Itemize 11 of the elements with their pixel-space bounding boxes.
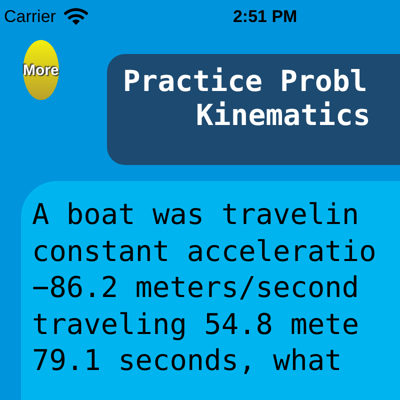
question-text: 79.1 seconds, what (32, 342, 343, 378)
question-text: traveling 54.8 mete (32, 306, 360, 342)
wifi-icon (64, 8, 88, 26)
carrier-name: Carrier (4, 7, 56, 27)
question-text: −86.2 meters/second (32, 269, 360, 306)
title-text: Kinematics (194, 98, 372, 132)
status-time: 2:51 PM (232, 7, 298, 27)
question-text: constant acceleratio (32, 232, 378, 269)
title-text: Practice Probl (122, 64, 368, 98)
question-text: A boat was travelin (32, 196, 360, 232)
more-button[interactable]: More (23, 40, 59, 100)
